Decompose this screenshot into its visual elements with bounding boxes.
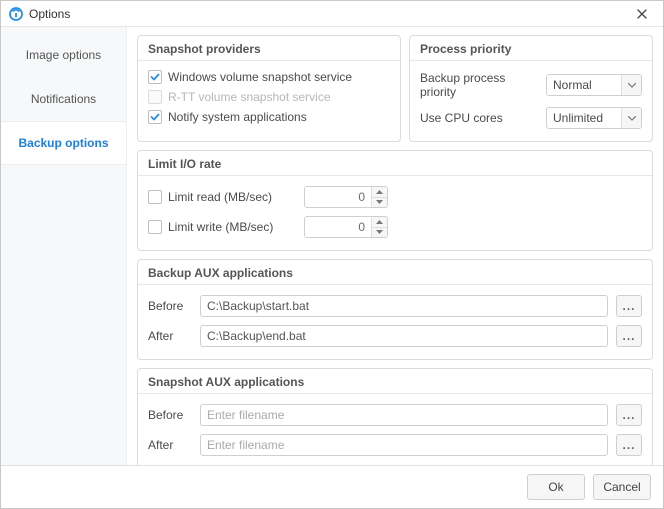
before-label: Before [148,299,192,313]
checkbox [148,90,162,104]
spin-down-button[interactable] [372,197,387,208]
limit-write-spinner[interactable] [304,216,388,238]
spin-down-button[interactable] [372,227,387,238]
spin-up-button[interactable] [372,187,387,197]
checkbox-label: Notify system applications [168,110,307,124]
sidebar-item-label: Backup options [18,136,108,150]
cores-select[interactable]: Unlimited [546,107,642,129]
limit-write-input[interactable] [305,217,371,237]
options-window: Options Image options Notifications Back… [0,0,664,509]
snapshot-aux-group: Snapshot AUX applications Before ... Aft… [137,368,653,465]
chevron-down-icon [621,108,641,128]
browse-button[interactable]: ... [616,325,642,347]
backup-aux-group: Backup AUX applications Before ... After… [137,259,653,360]
ok-button[interactable]: Ok [527,474,585,500]
check-icon [150,72,160,82]
sidebar: Image options Notifications Backup optio… [1,27,127,465]
sidebar-item-notifications[interactable]: Notifications [1,77,126,121]
chevron-down-icon [376,230,383,234]
cancel-button[interactable]: Cancel [593,474,651,500]
limit-read-input[interactable] [305,187,371,207]
limit-read-label: Limit read (MB/sec) [168,190,298,204]
group-title: Snapshot providers [138,36,400,61]
group-title: Snapshot AUX applications [138,369,652,394]
backup-aux-after-input[interactable] [200,325,608,347]
close-button[interactable] [629,1,655,26]
footer: Ok Cancel [1,465,663,508]
backup-aux-before-input[interactable] [200,295,608,317]
limit-write-checkbox[interactable] [148,220,162,234]
priority-value: Normal [547,75,621,95]
sidebar-item-image-options[interactable]: Image options [1,33,126,77]
limit-io-group: Limit I/O rate Limit read (MB/sec) [137,150,653,251]
app-icon [9,7,23,21]
checkbox-label: Windows volume snapshot service [168,70,352,84]
chevron-up-icon [376,220,383,224]
process-priority-group: Process priority Backup process priority… [409,35,653,142]
window-title: Options [29,7,70,21]
limit-write-label: Limit write (MB/sec) [168,220,298,234]
checkbox[interactable] [148,110,162,124]
sidebar-item-label: Image options [26,48,101,62]
after-label: After [148,438,192,452]
group-title: Process priority [410,36,652,61]
after-label: After [148,329,192,343]
checkbox-row-notify-apps[interactable]: Notify system applications [148,107,390,127]
limit-read-checkbox[interactable] [148,190,162,204]
content: Snapshot providers Windows volume snapsh… [127,27,663,465]
group-title: Limit I/O rate [138,151,652,176]
browse-button[interactable]: ... [616,295,642,317]
chevron-up-icon [376,190,383,194]
checkbox[interactable] [148,70,162,84]
priority-select[interactable]: Normal [546,74,642,96]
browse-button[interactable]: ... [616,434,642,456]
check-icon [150,112,160,122]
cores-label: Use CPU cores [420,111,540,125]
titlebar: Options [1,1,663,27]
snapshot-aux-before-input[interactable] [200,404,608,426]
snapshot-providers-group: Snapshot providers Windows volume snapsh… [137,35,401,142]
checkbox-row-windows-vss[interactable]: Windows volume snapshot service [148,67,390,87]
chevron-down-icon [621,75,641,95]
before-label: Before [148,408,192,422]
browse-button[interactable]: ... [616,404,642,426]
chevron-down-icon [376,200,383,204]
limit-read-spinner[interactable] [304,186,388,208]
checkbox-label: R-TT volume snapshot service [168,90,331,104]
group-title: Backup AUX applications [138,260,652,285]
checkbox-row-rtt-vss: R-TT volume snapshot service [148,87,390,107]
spin-up-button[interactable] [372,217,387,227]
sidebar-item-label: Notifications [31,92,96,106]
cores-value: Unlimited [547,108,621,128]
sidebar-item-backup-options[interactable]: Backup options [1,121,126,165]
snapshot-aux-after-input[interactable] [200,434,608,456]
priority-label: Backup process priority [420,71,540,99]
close-icon [637,9,647,19]
